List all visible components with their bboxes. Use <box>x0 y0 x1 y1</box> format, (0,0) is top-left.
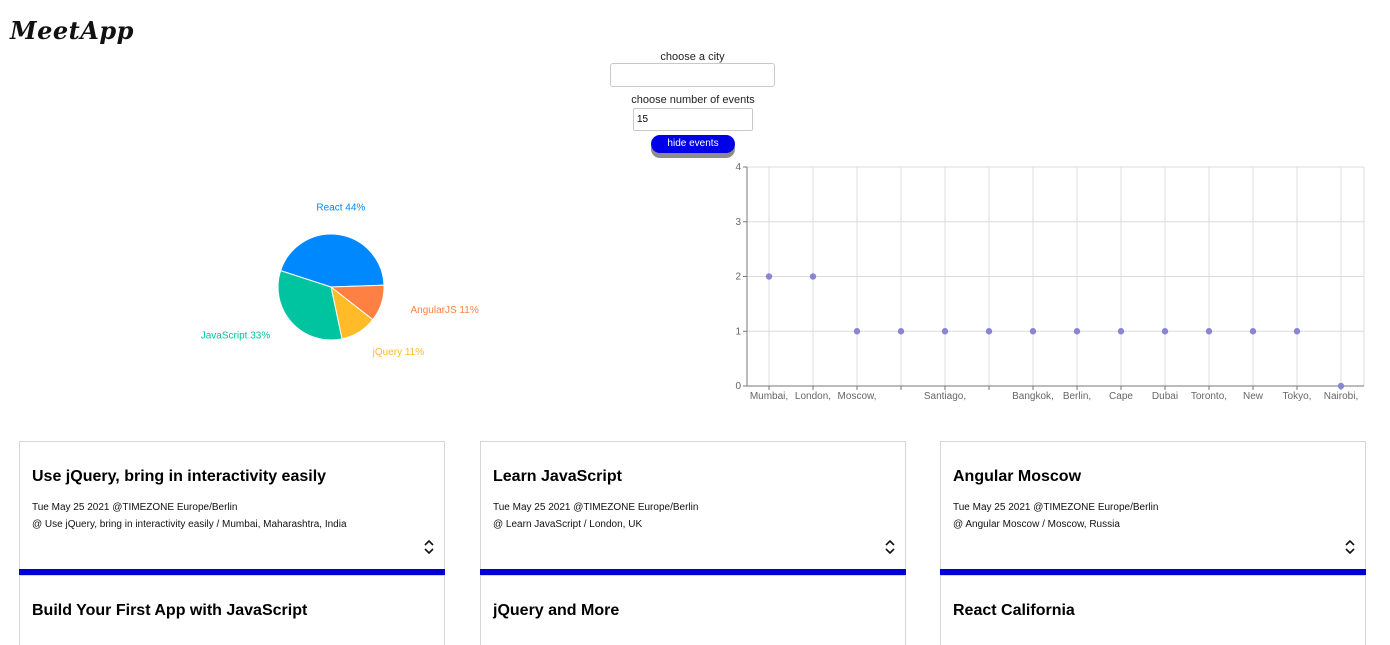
event-card[interactable]: Use jQuery, bring in interactivity easil… <box>19 441 445 578</box>
scatter-point <box>1249 328 1257 335</box>
expand-chevron-icon[interactable] <box>883 539 897 555</box>
y-tick-label: 2 <box>735 272 741 283</box>
scatter-point <box>1161 328 1169 335</box>
event-title: Angular Moscow <box>953 468 1082 485</box>
event-date: Tue May 25 2021 @TIMEZONE Europe/Berlin <box>493 502 699 513</box>
number-of-events-input[interactable] <box>633 108 753 131</box>
event-card[interactable]: Build Your First App with JavaScript <box>19 575 445 645</box>
event-title: Use jQuery, bring in interactivity easil… <box>32 468 327 485</box>
event-title: Learn JavaScript <box>493 468 622 485</box>
x-tick-label: Tokyo, <box>1283 391 1312 402</box>
x-tick-label: Dubai <box>1152 391 1178 402</box>
event-title: React California <box>953 602 1075 619</box>
event-title: jQuery and More <box>493 602 620 619</box>
scatter-point <box>897 328 905 335</box>
pie-chart-svg: React 44% AngularJS 11% jQuery 11% JavaScri… <box>201 203 479 359</box>
scatter-point <box>1337 382 1345 390</box>
y-tick-label: 4 <box>735 162 741 173</box>
city-label: choose a city <box>660 51 725 63</box>
y-tick-label: 1 <box>735 326 741 337</box>
expand-chevron-icon[interactable] <box>422 539 436 555</box>
genre-pie-chart: React 44% AngularJS 11% jQuery 11% JavaScri… <box>200 200 500 360</box>
x-tick-label: Santiago, <box>924 391 966 402</box>
scatter-chart-svg: 0 1 2 3 4 Mumbai, London, Moscow, Santiago, Bangk… <box>735 162 1365 402</box>
number-of-events-label: choose number of events <box>631 94 755 106</box>
event-card[interactable]: jQuery and More <box>480 575 906 645</box>
y-tick-label: 3 <box>735 217 741 228</box>
x-tick-label: Cape <box>1109 391 1133 402</box>
scatter-point <box>1029 328 1037 335</box>
x-tick-label: Moscow, <box>838 391 877 402</box>
scatter-point <box>1205 328 1213 335</box>
x-tick-label: Mumbai, <box>750 391 788 402</box>
event-location: @ Angular Moscow / Moscow, Russia <box>953 519 1120 530</box>
x-tick-label: Bangkok, <box>1012 391 1054 402</box>
x-tick-label: New <box>1243 391 1264 402</box>
scatter-point <box>1293 328 1301 335</box>
events-per-city-scatter-chart: 0 1 2 3 4 Mumbai, London, Moscow, Santiago, Bangk… <box>725 160 1390 405</box>
scatter-point <box>765 273 773 280</box>
event-card[interactable]: Angular Moscow Tue May 25 2021 @TIMEZONE… <box>940 441 1366 578</box>
scatter-point <box>809 273 817 280</box>
scatter-point <box>1117 328 1125 335</box>
x-tick-label: Nairobi, <box>1324 391 1358 402</box>
scatter-point <box>1073 328 1081 335</box>
pie-label-jquery: jQuery 11% <box>372 347 425 358</box>
scatter-point <box>853 328 861 335</box>
pie-label-javascript: JavaScript 33% <box>201 331 271 342</box>
scatter-point <box>985 328 993 335</box>
x-tick-label: Toronto, <box>1191 391 1227 402</box>
x-tick-label: Berlin, <box>1063 391 1091 402</box>
pie-label-react: React 44% <box>316 203 365 214</box>
city-search-input[interactable] <box>610 63 775 87</box>
event-date: Tue May 25 2021 @TIMEZONE Europe/Berlin <box>32 502 238 513</box>
event-card[interactable]: Learn JavaScript Tue May 25 2021 @TIMEZO… <box>480 441 906 578</box>
toggle-events-button[interactable]: hide events <box>651 135 735 153</box>
app-logo: MeetApp <box>10 16 134 45</box>
event-location: @ Learn JavaScript / London, UK <box>493 519 643 530</box>
event-location: @ Use jQuery, bring in interactivity eas… <box>32 519 347 530</box>
pie-label-angularjs: AngularJS 11% <box>411 305 479 316</box>
y-tick-label: 0 <box>735 381 741 392</box>
scatter-point <box>941 328 949 335</box>
event-card[interactable]: React California <box>940 575 1366 645</box>
x-tick-label: London, <box>795 391 831 402</box>
expand-chevron-icon[interactable] <box>1343 539 1357 555</box>
event-date: Tue May 25 2021 @TIMEZONE Europe/Berlin <box>953 502 1159 513</box>
event-title: Build Your First App with JavaScript <box>32 602 308 619</box>
